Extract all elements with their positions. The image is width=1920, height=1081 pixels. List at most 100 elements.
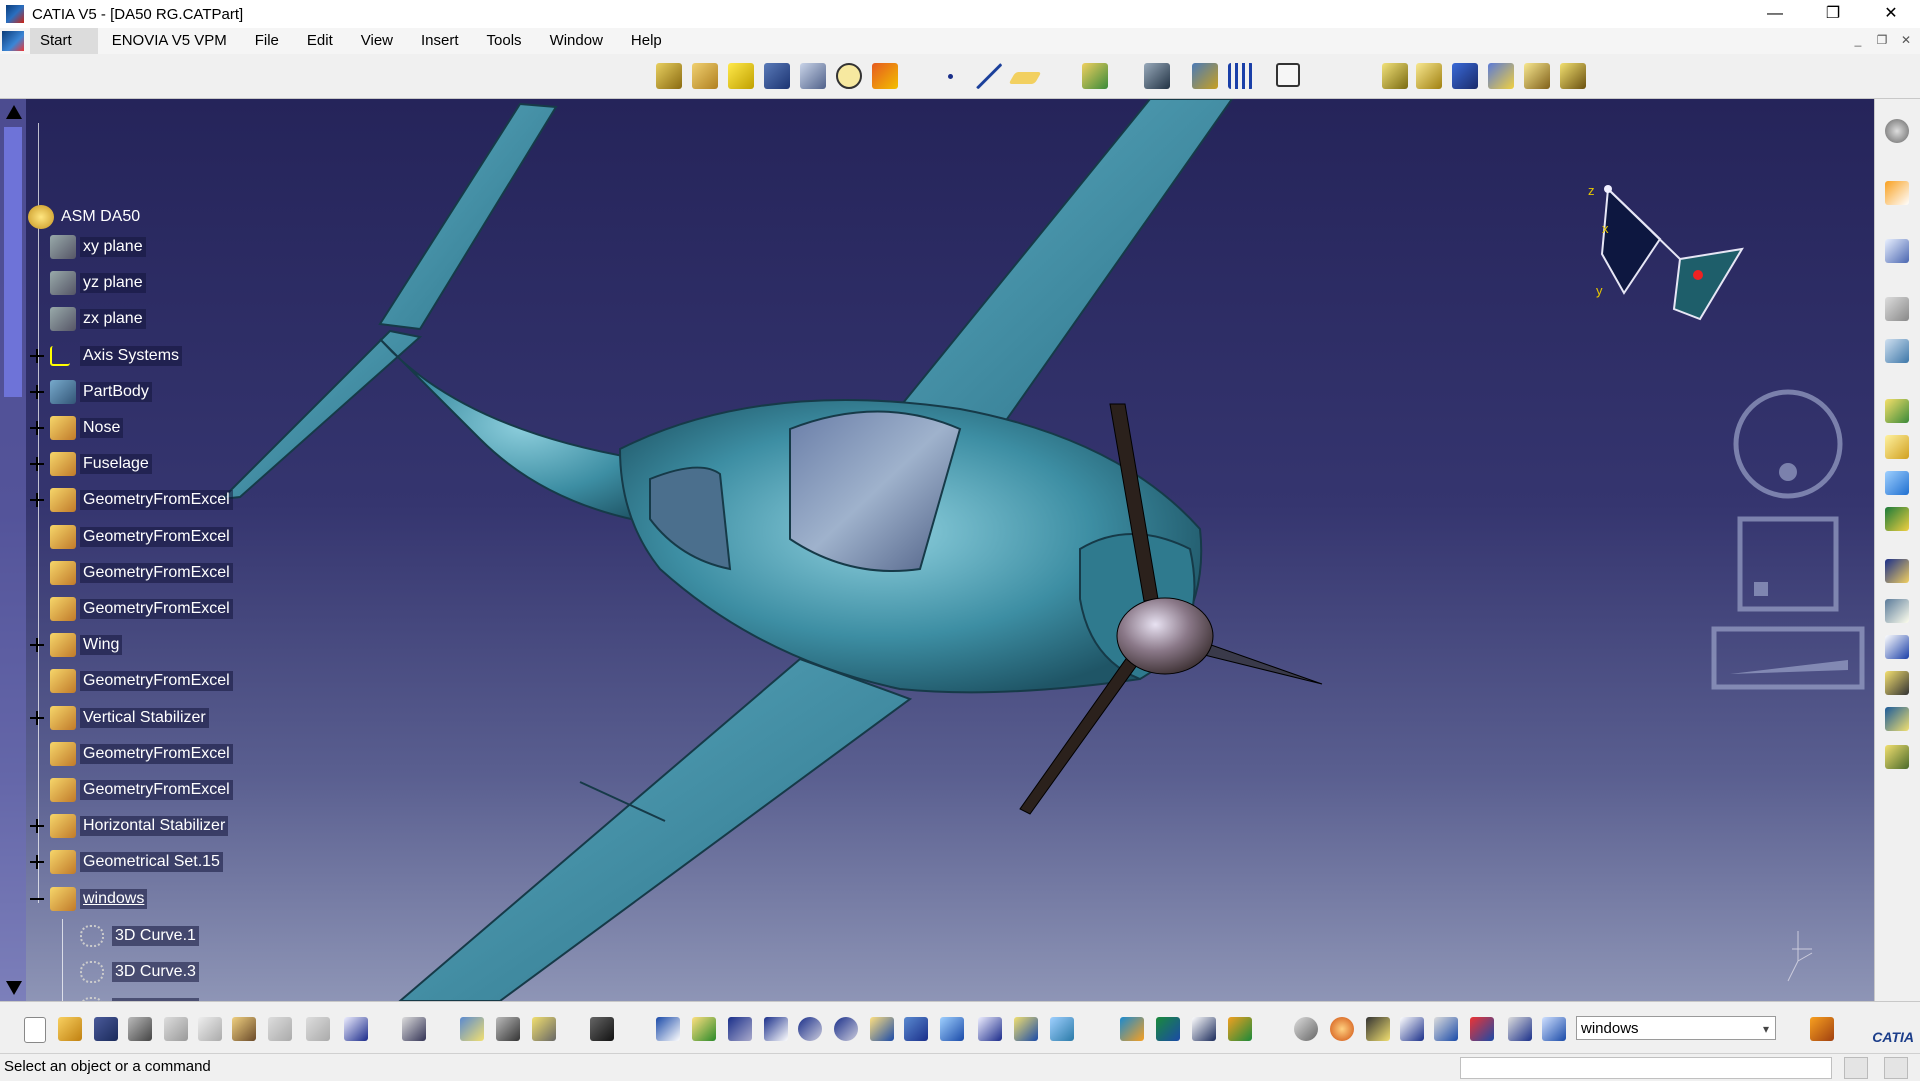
tree-child-node[interactable]: 3D Curve.1 <box>80 922 199 950</box>
fill-icon[interactable] <box>1885 471 1909 495</box>
tree-node[interactable]: GeometryFromExcel <box>30 486 233 514</box>
3d-viewport[interactable]: ASM DA50 xy plane yz plane zx plane Axis Sy… <box>0 99 1874 1001</box>
expand-icon[interactable] <box>30 819 44 834</box>
join-icon[interactable] <box>1885 559 1909 583</box>
tree-node[interactable]: xy plane <box>30 233 146 261</box>
new-document-icon[interactable] <box>24 1017 46 1043</box>
doc-restore-button[interactable]: ❐ <box>1872 31 1892 49</box>
cut-icon[interactable] <box>164 1017 188 1041</box>
tree-node[interactable]: GeometryFromExcel <box>30 559 233 587</box>
redo-icon[interactable] <box>306 1017 330 1041</box>
doc-close-button[interactable]: ✕ <box>1896 31 1916 49</box>
surface-offset-icon[interactable] <box>1885 435 1909 459</box>
tree-node[interactable]: windows <box>30 885 148 913</box>
doc-minimize-button[interactable]: _ <box>1848 31 1868 49</box>
capture-camera-icon[interactable] <box>590 1017 614 1041</box>
save-icon[interactable] <box>94 1017 118 1041</box>
zoom-out-icon[interactable] <box>834 1017 858 1041</box>
close-button[interactable]: ✕ <box>1862 0 1920 28</box>
scroll-thumb[interactable] <box>4 127 22 397</box>
current-object-select[interactable]: windows ▾ <box>1576 1016 1776 1040</box>
scroll-up-arrow-icon[interactable] <box>6 105 22 119</box>
extrude-icon[interactable] <box>692 63 718 89</box>
transform-icon[interactable] <box>1885 635 1909 659</box>
axis-icon[interactable] <box>1366 1017 1390 1041</box>
minimize-button[interactable]: — <box>1746 0 1804 28</box>
tree-root[interactable]: ASM DA50 <box>28 203 143 231</box>
multi-section-icon[interactable] <box>800 63 826 89</box>
tree-node[interactable]: Nose <box>30 414 124 442</box>
menu-help[interactable]: Help <box>617 28 676 54</box>
menu-tools[interactable]: Tools <box>473 28 536 54</box>
scroll-down-arrow-icon[interactable] <box>6 981 22 995</box>
fillet-icon[interactable] <box>1885 671 1909 695</box>
undo-icon[interactable] <box>268 1017 292 1041</box>
catalog-browser-icon[interactable] <box>1156 1017 1180 1041</box>
whats-this-icon[interactable] <box>344 1017 368 1041</box>
multi-view-icon[interactable] <box>904 1017 928 1041</box>
properties-icon[interactable] <box>1524 63 1550 89</box>
view-mode-icon[interactable] <box>978 1017 1002 1041</box>
extract-icon[interactable] <box>1885 339 1909 363</box>
settings-gear-icon[interactable] <box>1885 119 1909 143</box>
menu-insert[interactable]: Insert <box>407 28 473 54</box>
tree-child-node[interactable]: 3D Curve.4 <box>80 994 199 1001</box>
expand-icon[interactable] <box>30 855 44 870</box>
fit-all-icon[interactable] <box>1276 63 1300 87</box>
plane-icon[interactable] <box>1008 72 1042 84</box>
select-arrow-icon[interactable] <box>1885 181 1909 205</box>
target-icon[interactable] <box>836 63 862 89</box>
revolve-icon[interactable] <box>728 63 754 89</box>
tree-node[interactable]: GeometryFromExcel <box>30 595 233 623</box>
zoom-in-icon[interactable] <box>798 1017 822 1041</box>
shading-icon[interactable] <box>1452 63 1478 89</box>
command-input[interactable] <box>1460 1057 1832 1079</box>
menu-view[interactable]: View <box>347 28 407 54</box>
pattern-icon[interactable] <box>1228 63 1254 89</box>
tree-node[interactable]: GeometryFromExcel <box>30 740 233 768</box>
surface-extrude-icon[interactable] <box>1885 399 1909 423</box>
tree-node[interactable]: yz plane <box>30 269 146 297</box>
pad-icon[interactable] <box>656 63 682 89</box>
knowledge-icon[interactable] <box>1192 1017 1216 1041</box>
fly-mode-icon[interactable] <box>656 1017 680 1041</box>
point-icon[interactable] <box>948 74 953 79</box>
menu-edit[interactable]: Edit <box>293 28 347 54</box>
reference-element-icon[interactable] <box>1885 297 1909 321</box>
split-surface-icon[interactable] <box>1885 599 1909 623</box>
tree-node[interactable]: Horizontal Stabilizer <box>30 812 229 840</box>
user-features-icon[interactable] <box>1330 1017 1354 1041</box>
swap-space-icon[interactable] <box>1050 1017 1074 1041</box>
copy-icon[interactable] <box>198 1017 222 1041</box>
sketch-geometry-icon[interactable] <box>1082 63 1108 89</box>
normal-view-icon[interactable] <box>870 1017 894 1041</box>
compass-widget[interactable]: z x y <box>1580 159 1780 339</box>
measure-icon[interactable] <box>1560 63 1586 89</box>
boolean-icon[interactable] <box>1144 63 1170 89</box>
expand-icon[interactable] <box>30 457 44 472</box>
tree-node[interactable]: Wing <box>30 631 123 659</box>
line-icon[interactable] <box>976 63 1002 89</box>
menu-start[interactable]: Start <box>30 28 98 54</box>
rotate-icon[interactable] <box>764 1017 788 1041</box>
swap-visible-icon[interactable] <box>1416 63 1442 89</box>
tree-scrollbar[interactable] <box>0 99 26 1001</box>
open-folder-icon[interactable] <box>58 1017 82 1041</box>
define-work-object-icon[interactable] <box>1542 1017 1566 1041</box>
parameters-icon[interactable] <box>1434 1017 1458 1041</box>
menu-file[interactable]: File <box>241 28 293 54</box>
update-icon[interactable] <box>402 1017 426 1041</box>
refresh-icon[interactable] <box>1294 1017 1318 1041</box>
scale-icon[interactable] <box>1400 1017 1424 1041</box>
tree-node[interactable]: GeometryFromExcel <box>30 667 233 695</box>
restore-button[interactable]: ❐ <box>1804 0 1862 28</box>
workbench-icon[interactable] <box>1810 1017 1834 1041</box>
sweep-icon[interactable] <box>764 63 790 89</box>
list-icon[interactable] <box>1508 1017 1532 1041</box>
expand-icon[interactable] <box>30 710 44 725</box>
measure-item-icon[interactable] <box>496 1017 520 1041</box>
tree-child-node[interactable]: 3D Curve.3 <box>80 958 199 986</box>
tree-node[interactable]: GeometryFromExcel <box>30 776 233 804</box>
expand-icon[interactable] <box>30 421 44 435</box>
tree-node[interactable]: Vertical Stabilizer <box>30 704 209 732</box>
